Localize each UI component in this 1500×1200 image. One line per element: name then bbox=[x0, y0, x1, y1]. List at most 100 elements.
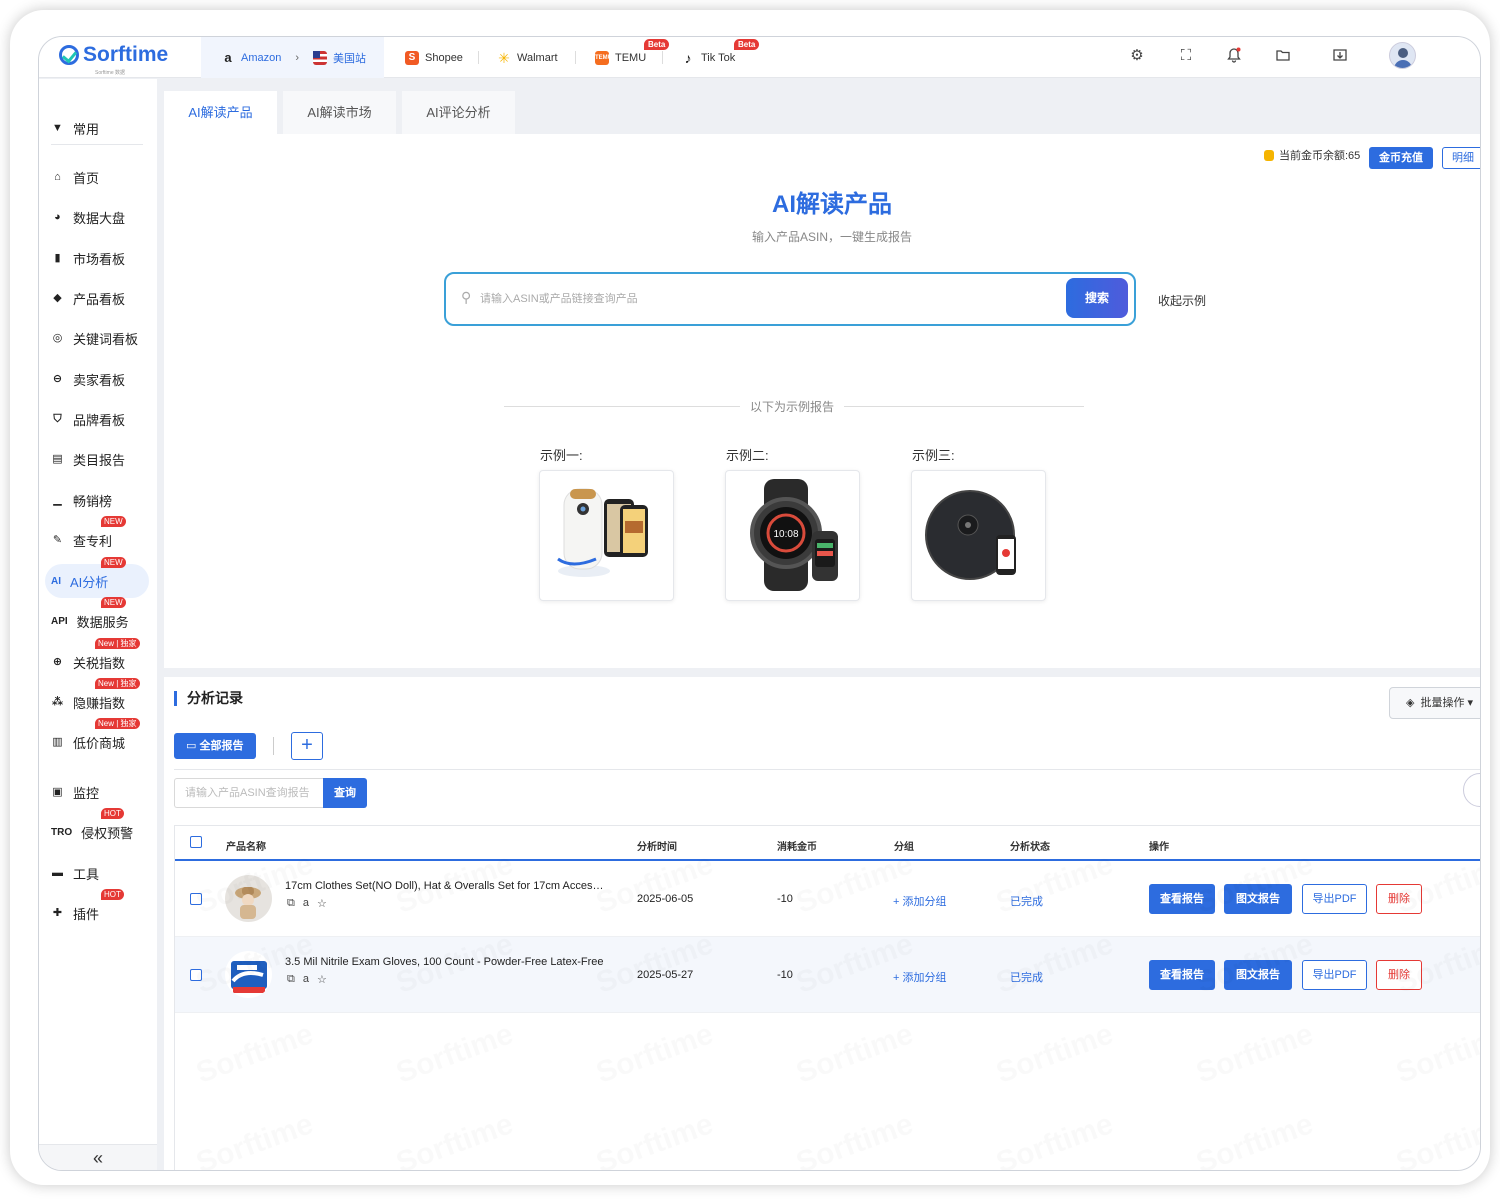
folder-icon[interactable] bbox=[1274, 47, 1292, 65]
asin-search-input[interactable] bbox=[480, 285, 1060, 313]
add-group-button[interactable]: + bbox=[291, 732, 323, 760]
graphic-report-button[interactable]: 图文报告 bbox=[1224, 884, 1292, 914]
platform-temu[interactable]: TEMU TEMU bbox=[595, 37, 646, 78]
column-header: 分析时间 bbox=[637, 842, 677, 853]
table-row: 17cm Clothes Set(NO Doll), Hat & Overall… bbox=[175, 861, 1480, 937]
walmart-icon: ✳ bbox=[498, 49, 510, 66]
sidebar-item-pie-chart[interactable]: ◕ 数据大盘 bbox=[45, 200, 149, 234]
row-checkbox[interactable] bbox=[190, 893, 202, 905]
all-reports-button[interactable]: ▭ 全部报告 bbox=[174, 733, 256, 759]
delete-button[interactable]: 删除 bbox=[1376, 960, 1422, 990]
help-float-icon[interactable] bbox=[1463, 773, 1480, 807]
logo[interactable]: Sorftime bbox=[59, 43, 168, 67]
platform-tiktok[interactable]: ♪ Tik Tok bbox=[681, 37, 736, 78]
sidebar-item-tariff[interactable]: ⊕ 关税指数 New | 独家 bbox=[45, 638, 149, 679]
smartwatch-image: 10:08 bbox=[750, 479, 838, 591]
view-report-button[interactable]: 查看报告 bbox=[1149, 960, 1215, 990]
query-button[interactable]: 查询 bbox=[323, 778, 367, 808]
copy-icon[interactable]: ⧉ bbox=[287, 973, 295, 986]
market-icon: ▮ bbox=[54, 251, 61, 264]
add-group-link[interactable]: + 添加分组 bbox=[893, 969, 946, 985]
beta-badge: Beta bbox=[644, 39, 670, 50]
export-pdf-button[interactable]: 导出PDF bbox=[1302, 960, 1367, 990]
analysis-time: 2025-05-27 bbox=[637, 969, 694, 981]
sidebar-item-keyword[interactable]: ◎ 关键词看板 bbox=[45, 321, 149, 355]
batch-actions-dropdown[interactable]: ◈ 批量操作 ▾ bbox=[1389, 687, 1480, 719]
coins-spent: -10 bbox=[777, 969, 793, 981]
product-name[interactable]: 3.5 Mil Nitrile Exam Gloves, 100 Count -… bbox=[285, 956, 605, 968]
row-checkbox[interactable] bbox=[190, 969, 202, 981]
recharge-button[interactable]: 金币充值 bbox=[1369, 147, 1433, 169]
ai-product-panel: AI解读产品 AI解读市场 AI评论分析 当前金币余额:65 金币充值 明细 A… bbox=[164, 85, 1480, 668]
copy-icon[interactable]: ⧉ bbox=[287, 897, 295, 910]
sidebar-item-label: 产品看板 bbox=[73, 291, 126, 307]
sidebar-item-label: AI分析 bbox=[70, 574, 109, 590]
graphic-report-button[interactable]: 图文报告 bbox=[1224, 960, 1292, 990]
sidebar-collapse-button[interactable]: « bbox=[39, 1144, 157, 1170]
settings-icon[interactable]: ⚙ bbox=[1128, 47, 1146, 65]
amazon-icon[interactable]: a bbox=[303, 897, 309, 910]
product-name[interactable]: 17cm Clothes Set(NO Doll), Hat & Overall… bbox=[285, 880, 605, 892]
select-all-checkbox[interactable] bbox=[190, 836, 202, 848]
sidebar-item-favorites[interactable]: ▼ 常用 bbox=[45, 111, 149, 145]
view-report-button[interactable]: 查看报告 bbox=[1149, 884, 1215, 914]
sidebar-item-box[interactable]: ◆ 产品看板 bbox=[45, 281, 149, 315]
pie-chart-icon: ◕ bbox=[54, 210, 61, 223]
star-icon[interactable]: ☆ bbox=[317, 897, 327, 910]
download-icon[interactable] bbox=[1331, 47, 1349, 65]
layers-icon: ◈ bbox=[1406, 697, 1415, 709]
delete-button[interactable]: 删除 bbox=[1376, 884, 1422, 914]
sidebar-item-tro[interactable]: TRO 侵权预警 HOT bbox=[45, 808, 149, 849]
sidebar-item-ai[interactable]: AI AI分析 NEW bbox=[45, 557, 149, 598]
collapse-examples-link[interactable]: 收起示例 bbox=[1158, 292, 1206, 309]
top-bar: Sorftime Sorftime 数据 a Amazon › 美国站 S Sh… bbox=[39, 37, 1480, 78]
divider bbox=[478, 51, 479, 64]
column-header: 分组 bbox=[894, 842, 914, 853]
status-badge: 已完成 bbox=[1010, 896, 1043, 908]
platform-label: Tik Tok bbox=[701, 51, 736, 64]
sidebar-item-api[interactable]: API 数据服务 NEW bbox=[45, 597, 149, 638]
sidebar-badge: HOT bbox=[101, 889, 124, 900]
sidebar-item-home[interactable]: ⌂ 首页 bbox=[45, 160, 149, 194]
sidebar-item-market[interactable]: ▮ 市场看板 bbox=[45, 241, 149, 275]
example-card-smartwatch[interactable]: 10:08 bbox=[725, 470, 860, 601]
sidebar-item-label: 查专利 bbox=[73, 533, 113, 549]
example-card-robot-vacuum[interactable] bbox=[911, 470, 1046, 601]
coin-detail-button[interactable]: 明细 bbox=[1442, 147, 1480, 169]
search-button[interactable]: 搜索 bbox=[1066, 278, 1128, 318]
sidebar-item-toolbox[interactable]: ▬ 工具 bbox=[45, 856, 149, 890]
sidebar-item-plugin[interactable]: ✚ 插件 HOT bbox=[45, 889, 149, 930]
platform-amazon[interactable]: a Amazon › 美国站 bbox=[201, 37, 384, 78]
sidebar-item-label: 隐赚指数 bbox=[73, 695, 126, 711]
amazon-icon[interactable]: a bbox=[303, 973, 309, 986]
sidebar-item-label: 数据服务 bbox=[76, 614, 129, 630]
sidebar-item-brand[interactable]: ⛉ 品牌看板 bbox=[45, 402, 149, 436]
sidebar-item-low-price[interactable]: ▥ 低价商城 New | 独家 bbox=[45, 718, 149, 759]
seller-icon: ⊖ bbox=[52, 372, 63, 385]
sidebar-item-report[interactable]: ▤ 类目报告 bbox=[45, 442, 149, 476]
bell-icon[interactable] bbox=[1225, 47, 1243, 65]
coin-balance-label: 当前金币余额:65 bbox=[1279, 150, 1361, 162]
sidebar-item-bar-chart[interactable]: ▁ 畅销榜 bbox=[45, 483, 149, 517]
home-icon: ⌂ bbox=[54, 170, 61, 183]
divider bbox=[575, 51, 576, 64]
fullscreen-icon[interactable]: ⛶ bbox=[1177, 47, 1195, 65]
platform-shopee[interactable]: S Shopee bbox=[405, 37, 463, 78]
tab-ai-review[interactable]: AI评论分析 bbox=[402, 91, 515, 134]
sidebar-item-hidden-profit[interactable]: ⁂ 隐赚指数 New | 独家 bbox=[45, 678, 149, 719]
sidebar-item-seller[interactable]: ⊖ 卖家看板 bbox=[45, 362, 149, 396]
sidebar-item-patent[interactable]: ✎ 查专利 NEW bbox=[45, 516, 149, 557]
add-group-link[interactable]: + 添加分组 bbox=[893, 893, 946, 909]
bookmark-icon: ▼ bbox=[52, 121, 63, 134]
tab-ai-market[interactable]: AI解读市场 bbox=[283, 91, 396, 134]
platform-walmart[interactable]: ✳ Walmart bbox=[497, 37, 557, 78]
export-pdf-button[interactable]: 导出PDF bbox=[1302, 884, 1367, 914]
example-card-pet-feeder[interactable] bbox=[539, 470, 674, 601]
report-query-input[interactable] bbox=[174, 778, 324, 808]
avatar[interactable] bbox=[1389, 42, 1416, 69]
platform-label: Shopee bbox=[425, 51, 463, 64]
tab-ai-product[interactable]: AI解读产品 bbox=[164, 91, 277, 134]
sidebar-item-monitor[interactable]: ▣ 监控 bbox=[45, 775, 149, 809]
star-icon[interactable]: ☆ bbox=[317, 973, 327, 986]
sidebar-badge: NEW bbox=[101, 597, 126, 608]
